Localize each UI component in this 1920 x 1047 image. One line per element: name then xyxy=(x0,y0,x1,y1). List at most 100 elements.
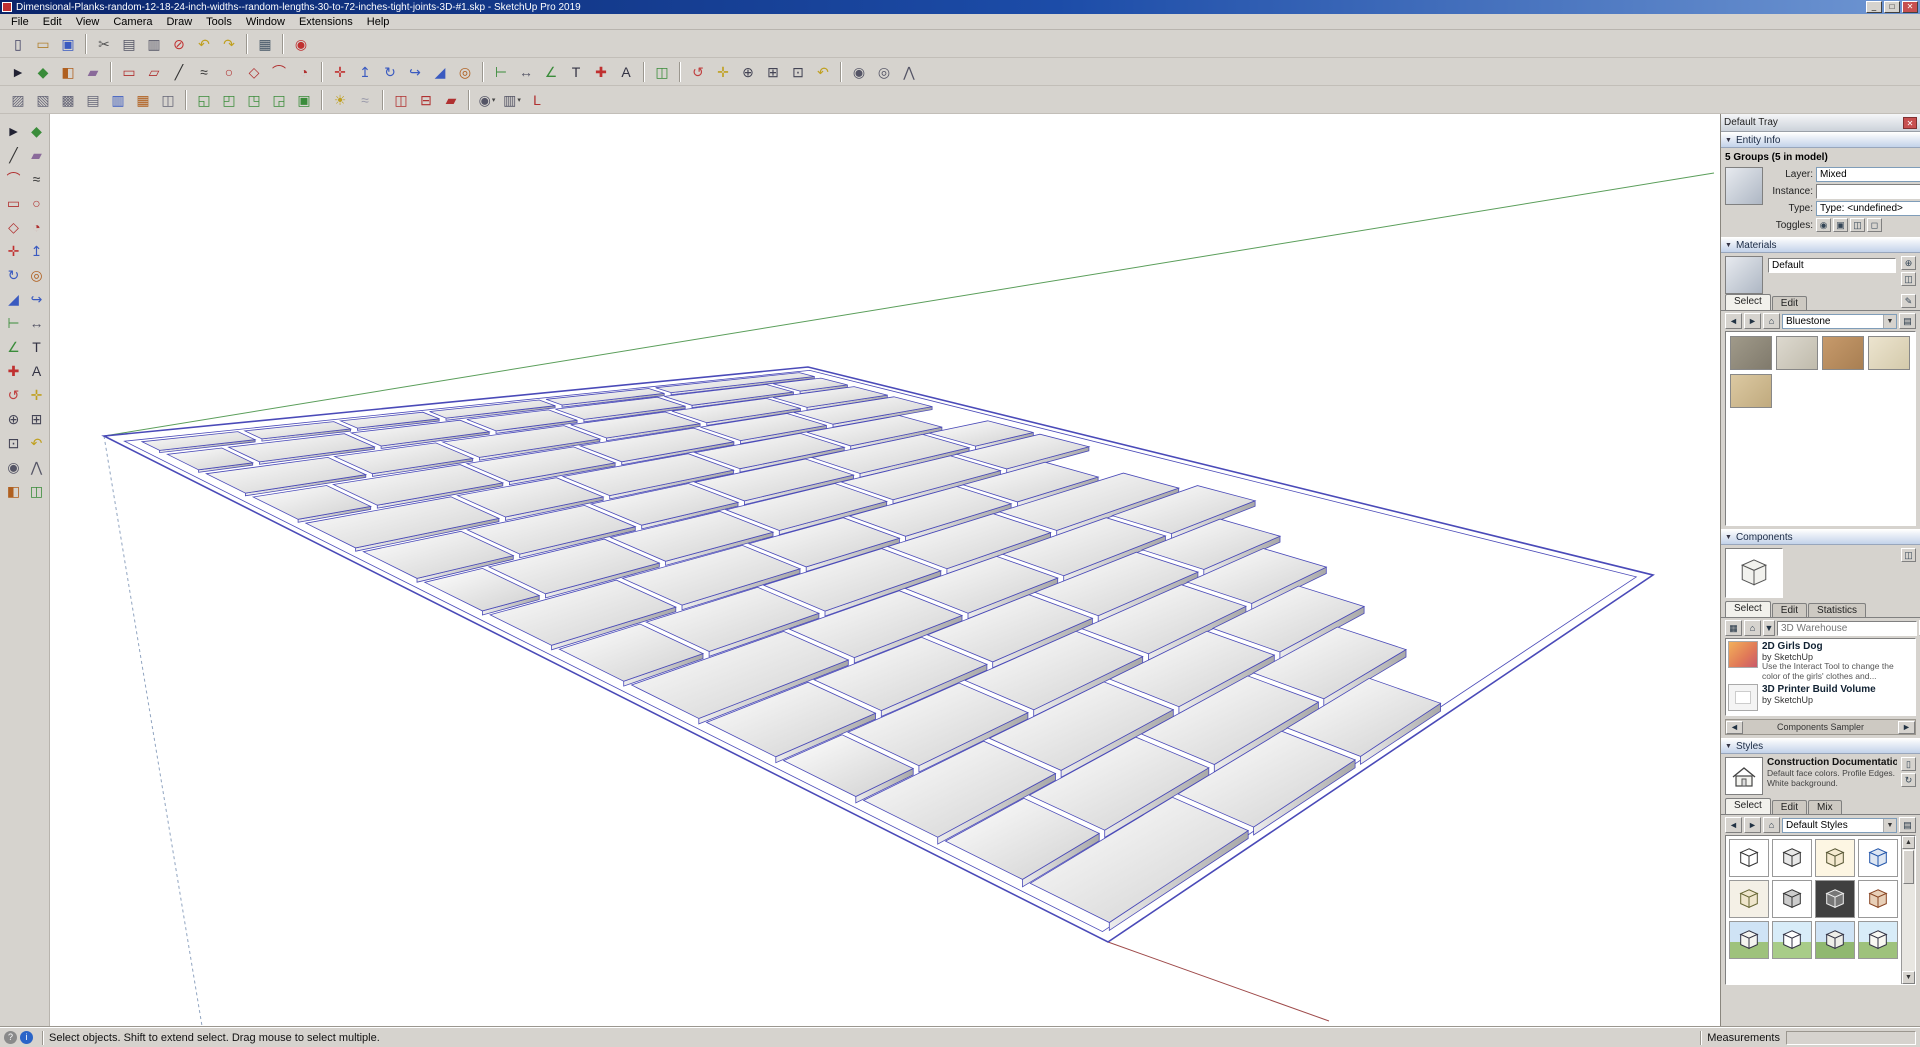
materials-collection-combobox[interactable]: Bluestone ▼ xyxy=(1782,314,1897,329)
tab-edit[interactable]: Edit xyxy=(1772,603,1807,617)
pan-button[interactable]: ✛ xyxy=(26,384,47,405)
scale-button[interactable]: ◢ xyxy=(428,60,452,83)
circle-button[interactable]: ○ xyxy=(26,192,47,213)
rotated-rectangle-button[interactable]: ▱ xyxy=(142,60,166,83)
zoom-button[interactable]: ⊕ xyxy=(736,60,760,83)
style-tile-3[interactable] xyxy=(1858,839,1898,877)
menu-extensions[interactable]: Extensions xyxy=(292,15,360,29)
style-tile-0[interactable] xyxy=(1729,839,1769,877)
back-arrow-icon[interactable]: ◄ xyxy=(1725,817,1742,833)
move-button[interactable]: ✛ xyxy=(3,240,24,261)
zoom-extents-button[interactable]: ⊡ xyxy=(3,432,24,453)
toggle-icon-1[interactable]: ▣ xyxy=(1833,218,1848,232)
back-edges-button[interactable]: ▧ xyxy=(31,88,55,111)
follow-me-button[interactable]: ↪ xyxy=(26,288,47,309)
rotate-button[interactable]: ↻ xyxy=(3,264,24,285)
minimize-button[interactable]: _ xyxy=(1866,1,1882,13)
shadows-button[interactable]: ☀ xyxy=(328,88,352,111)
arc-button[interactable]: ⌒ xyxy=(3,168,24,189)
forward-arrow-icon[interactable]: ► xyxy=(1744,313,1761,329)
scroll-down-icon[interactable]: ▼ xyxy=(1902,971,1915,984)
right-view-button[interactable]: ◲ xyxy=(267,88,291,111)
section-styles[interactable]: ▼ Styles xyxy=(1721,738,1920,754)
3d-text-button[interactable]: A xyxy=(614,60,638,83)
style-tile-6[interactable] xyxy=(1815,880,1855,918)
pie-button[interactable]: ◔ xyxy=(26,216,47,237)
scale-button[interactable]: ◢ xyxy=(3,288,24,309)
component-display-icon[interactable]: ◫ xyxy=(1901,548,1916,562)
push-pull-button[interactable]: ↥ xyxy=(353,60,377,83)
zoom-extents-button[interactable]: ⊡ xyxy=(786,60,810,83)
fog-button[interactable]: ≈ xyxy=(353,88,377,111)
3d-text-button[interactable]: A xyxy=(26,360,47,381)
menu-camera[interactable]: Camera xyxy=(106,15,159,29)
cut-button[interactable]: ✂ xyxy=(92,32,116,55)
style-tile-10[interactable] xyxy=(1815,921,1855,959)
menu-tools[interactable]: Tools xyxy=(199,15,239,29)
toggle-icon-2[interactable]: ◫ xyxy=(1850,218,1865,232)
info-icon[interactable]: i xyxy=(20,1031,33,1044)
hidden-line-button[interactable]: ▤ xyxy=(81,88,105,111)
prev-collection-icon[interactable]: ◄ xyxy=(1726,721,1743,734)
orbit-button[interactable]: ↺ xyxy=(3,384,24,405)
redo-button[interactable]: ↷ xyxy=(217,32,241,55)
orbit-button[interactable]: ↺ xyxy=(686,60,710,83)
axes-button[interactable]: ✚ xyxy=(3,360,24,381)
details-menu-icon[interactable]: ▤ xyxy=(1899,817,1916,833)
measurements-field[interactable] xyxy=(1786,1031,1916,1045)
toggle-icon-0[interactable]: ◉ xyxy=(1816,218,1831,232)
zoom-button[interactable]: ⊕ xyxy=(3,408,24,429)
undo-button[interactable]: ↶ xyxy=(192,32,216,55)
scroll-thumb[interactable] xyxy=(1903,850,1914,884)
in-model-home-icon[interactable]: ⌂ xyxy=(1744,620,1761,636)
previous-button[interactable]: ↶ xyxy=(26,432,47,453)
text-button[interactable]: T xyxy=(26,336,47,357)
scroll-up-icon[interactable]: ▲ xyxy=(1902,836,1915,849)
section-components[interactable]: ▼ Components xyxy=(1721,529,1920,545)
paste-button[interactable]: ▥ xyxy=(142,32,166,55)
text-button[interactable]: T xyxy=(564,60,588,83)
style-tile-11[interactable] xyxy=(1858,921,1898,959)
paint-bucket-button[interactable]: ◧ xyxy=(3,480,24,501)
polygon-button[interactable]: ◇ xyxy=(3,216,24,237)
tray-close-icon[interactable]: ✕ xyxy=(1903,117,1917,129)
menu-edit[interactable]: Edit xyxy=(36,15,69,29)
dimension-button[interactable]: ↔ xyxy=(514,60,538,83)
offset-button[interactable]: ◎ xyxy=(453,60,477,83)
back-arrow-icon[interactable]: ◄ xyxy=(1725,313,1742,329)
layer-combobox[interactable]: Mixed ▼ xyxy=(1816,167,1920,182)
shaded-button[interactable]: ▥ xyxy=(106,88,130,111)
look-around-button[interactable]: ◎ xyxy=(872,60,896,83)
walk-button[interactable]: ⋀ xyxy=(897,60,921,83)
menu-window[interactable]: Window xyxy=(239,15,292,29)
section-display-button[interactable]: ◫ xyxy=(389,88,413,111)
eraser-button[interactable]: ▰ xyxy=(26,144,47,165)
model-viewport[interactable] xyxy=(50,114,1720,1027)
tab-select[interactable]: Select xyxy=(1725,798,1771,814)
pan-button[interactable]: ✛ xyxy=(711,60,735,83)
instance-field[interactable] xyxy=(1816,184,1920,199)
save-button[interactable]: ▣ xyxy=(56,32,80,55)
in-model-home-icon[interactable]: ⌂ xyxy=(1763,313,1780,329)
material-swatch-0[interactable] xyxy=(1730,336,1772,370)
back-view-button[interactable]: ▣ xyxy=(292,88,316,111)
forward-arrow-icon[interactable]: ► xyxy=(1744,817,1761,833)
push-pull-button[interactable]: ↥ xyxy=(26,240,47,261)
tab-select[interactable]: Select xyxy=(1725,601,1771,617)
maximize-button[interactable]: □ xyxy=(1884,1,1900,13)
axes-button[interactable]: ✚ xyxy=(589,60,613,83)
erase-button[interactable]: ⊘ xyxy=(167,32,191,55)
pie-button[interactable]: ◔ xyxy=(292,60,316,83)
toggle-icon-3[interactable]: ◻ xyxy=(1867,218,1882,232)
model-info-button[interactable]: ◉ xyxy=(289,32,313,55)
follow-me-button[interactable]: ↪ xyxy=(403,60,427,83)
tab-mix[interactable]: Mix xyxy=(1808,800,1842,814)
copy-button[interactable]: ▤ xyxy=(117,32,141,55)
tape-measure-button[interactable]: ⊢ xyxy=(489,60,513,83)
sample-paint-icon[interactable]: ✎ xyxy=(1901,294,1916,308)
chevron-down-icon[interactable]: ▼ xyxy=(1883,315,1896,328)
previous-button[interactable]: ↶ xyxy=(811,60,835,83)
wireframe-button[interactable]: ▩ xyxy=(56,88,80,111)
style-tile-2[interactable] xyxy=(1815,839,1855,877)
style-tile-9[interactable] xyxy=(1772,921,1812,959)
